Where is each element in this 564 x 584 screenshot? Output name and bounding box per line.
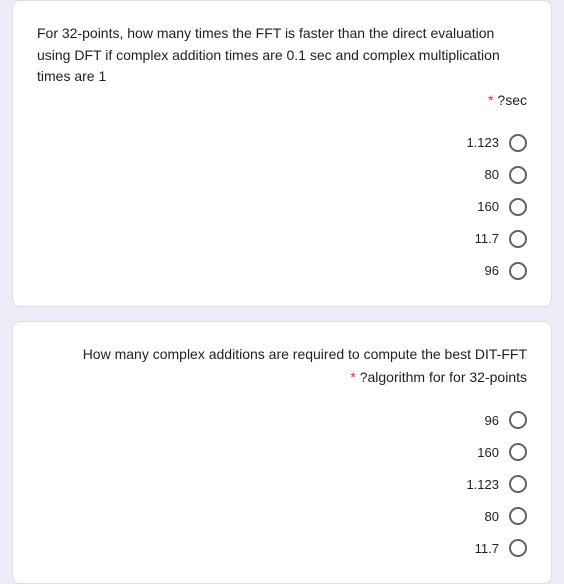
option-row[interactable]: 11.7 bbox=[37, 226, 527, 252]
option-row[interactable]: 11.7 bbox=[37, 535, 527, 561]
radio-icon[interactable] bbox=[509, 230, 527, 248]
options-group: 1.123 80 160 11.7 96 bbox=[37, 130, 527, 284]
option-label: 80 bbox=[485, 509, 499, 524]
radio-icon[interactable] bbox=[509, 166, 527, 184]
question-tail-text: ?sec bbox=[497, 92, 527, 108]
radio-icon[interactable] bbox=[509, 134, 527, 152]
required-asterisk: * bbox=[350, 369, 355, 385]
option-row[interactable]: 160 bbox=[37, 194, 527, 220]
option-label: 80 bbox=[485, 167, 499, 182]
radio-icon[interactable] bbox=[509, 539, 527, 557]
option-row[interactable]: 160 bbox=[37, 439, 527, 465]
question-text: How many complex additions are required … bbox=[37, 344, 527, 366]
option-row[interactable]: 1.123 bbox=[37, 471, 527, 497]
option-row[interactable]: 80 bbox=[37, 503, 527, 529]
question-card-2: How many complex additions are required … bbox=[12, 321, 552, 584]
option-label: 160 bbox=[477, 445, 499, 460]
option-label: 160 bbox=[477, 199, 499, 214]
option-label: 11.7 bbox=[475, 231, 499, 246]
option-row[interactable]: 96 bbox=[37, 258, 527, 284]
radio-icon[interactable] bbox=[509, 411, 527, 429]
radio-icon[interactable] bbox=[509, 443, 527, 461]
option-label: 11.7 bbox=[475, 541, 499, 556]
option-label: 96 bbox=[485, 413, 499, 428]
question-tail: * ?sec bbox=[37, 90, 527, 112]
option-row[interactable]: 80 bbox=[37, 162, 527, 188]
required-asterisk: * bbox=[488, 92, 493, 108]
option-row[interactable]: 96 bbox=[37, 407, 527, 433]
options-group: 96 160 1.123 80 11.7 bbox=[37, 407, 527, 561]
option-label: 96 bbox=[485, 263, 499, 278]
radio-icon[interactable] bbox=[509, 475, 527, 493]
option-label: 1.123 bbox=[466, 477, 499, 492]
question-tail: * ?algorithm for for 32-points bbox=[37, 367, 527, 389]
option-row[interactable]: 1.123 bbox=[37, 130, 527, 156]
radio-icon[interactable] bbox=[509, 507, 527, 525]
radio-icon[interactable] bbox=[509, 198, 527, 216]
question-text: For 32-points, how many times the FFT is… bbox=[37, 23, 527, 88]
option-label: 1.123 bbox=[466, 135, 499, 150]
question-tail-text: ?algorithm for for 32-points bbox=[360, 369, 527, 385]
question-card-1: For 32-points, how many times the FFT is… bbox=[12, 0, 552, 307]
radio-icon[interactable] bbox=[509, 262, 527, 280]
